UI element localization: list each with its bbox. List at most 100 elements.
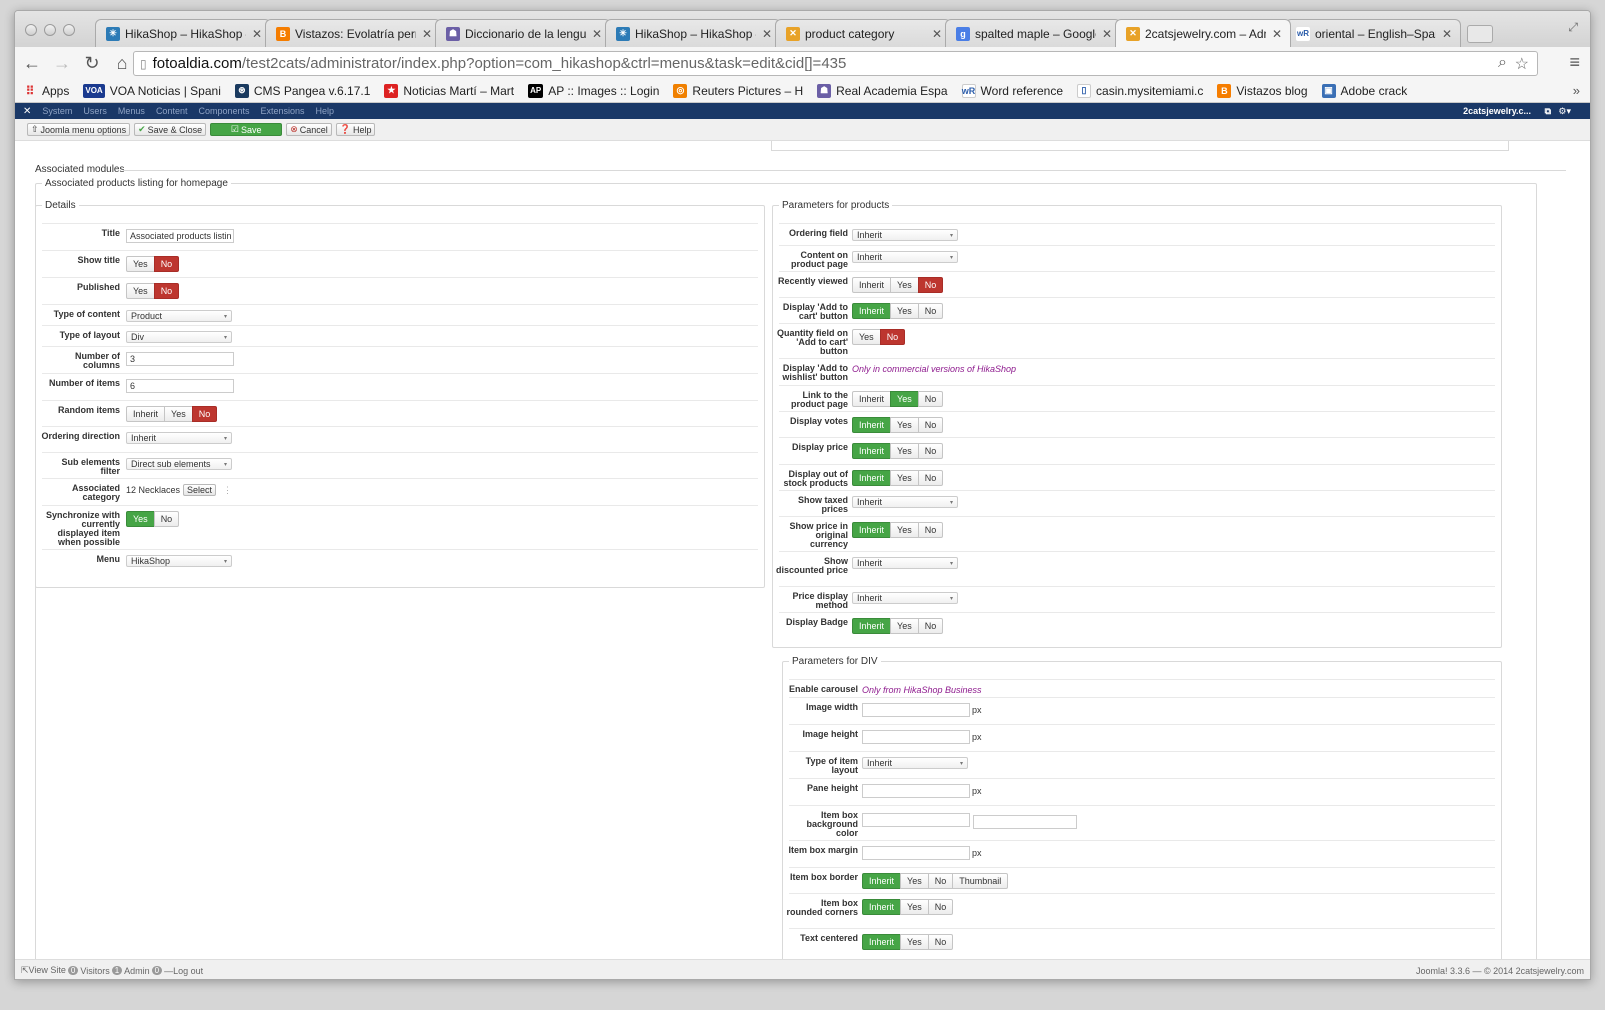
inherit-option-button[interactable]: Inherit bbox=[852, 417, 892, 433]
hamburger-menu-icon[interactable]: ≡ bbox=[1569, 52, 1580, 73]
yes-option-button[interactable]: Yes bbox=[890, 522, 919, 538]
yes-option-button[interactable]: Yes bbox=[890, 391, 919, 407]
home-icon[interactable]: ⌂ bbox=[109, 53, 135, 74]
content-on-page-select[interactable]: Inherit ▾ bbox=[852, 251, 958, 263]
yes-option-button[interactable]: Yes bbox=[890, 303, 919, 319]
logout-link[interactable]: —Log out bbox=[164, 966, 203, 976]
yes-option-button[interactable]: Yes bbox=[890, 443, 919, 459]
yes-option-button[interactable]: Yes bbox=[900, 934, 929, 950]
menu-options-button[interactable]: ⇧ Joomla menu options bbox=[27, 123, 131, 136]
type-layout-select[interactable]: Div ▾ bbox=[126, 331, 232, 343]
admin-menu-help[interactable]: Help bbox=[316, 106, 335, 116]
show-taxed-select[interactable]: Inherit ▾ bbox=[852, 496, 958, 508]
bookmark-item[interactable]: wR Word reference bbox=[961, 83, 1063, 98]
show-discounted-select[interactable]: Inherit ▾ bbox=[852, 557, 958, 569]
admin-menu-content[interactable]: Content bbox=[156, 106, 188, 116]
bookmark-star-icon[interactable]: ☆ bbox=[1515, 54, 1529, 74]
more-bookmarks-icon[interactable]: » bbox=[1573, 83, 1580, 98]
inherit-option-button[interactable]: Inherit bbox=[852, 522, 892, 538]
pane-height-input[interactable] bbox=[862, 784, 970, 798]
no-option-button[interactable]: No bbox=[917, 470, 944, 486]
admin-menu-menus[interactable]: Menus bbox=[118, 106, 145, 116]
title-input[interactable]: Associated products listin bbox=[126, 229, 234, 243]
inherit-option-button[interactable]: Inherit bbox=[852, 303, 892, 319]
no-option-button[interactable]: No bbox=[153, 256, 180, 272]
close-tab-icon[interactable]: ✕ bbox=[932, 27, 942, 41]
browser-tab[interactable]: ✳ HikaShop – HikaShop – ✕ bbox=[605, 19, 781, 47]
bookmark-item[interactable]: AP AP :: Images :: Login bbox=[528, 83, 659, 98]
image-height-input[interactable] bbox=[862, 730, 970, 744]
close-tab-icon[interactable]: ✕ bbox=[592, 27, 602, 41]
browser-tab[interactable]: wR oriental – English–Span ✕ bbox=[1285, 19, 1461, 47]
yes-option-button[interactable]: Yes bbox=[890, 417, 919, 433]
save-button[interactable]: ☑ Save bbox=[210, 123, 283, 136]
inherit-option-button[interactable]: Inherit bbox=[852, 443, 892, 459]
close-tab-icon[interactable]: ✕ bbox=[1102, 27, 1112, 41]
bookmark-item[interactable]: ⠿ Apps bbox=[23, 84, 70, 98]
columns-input[interactable]: 3 bbox=[126, 352, 234, 366]
back-icon[interactable]: ← bbox=[19, 53, 45, 74]
bookmark-item[interactable]: B Vistazos blog bbox=[1217, 83, 1308, 98]
bookmark-item[interactable]: ☗ Real Academia Espa bbox=[817, 83, 948, 98]
cancel-button[interactable]: ⊗ Cancel bbox=[286, 123, 332, 136]
close-tab-icon[interactable]: ✕ bbox=[422, 27, 432, 41]
admin-menu-components[interactable]: Components bbox=[198, 106, 249, 116]
close-tab-icon[interactable]: ✕ bbox=[1272, 27, 1282, 41]
image-width-input[interactable] bbox=[862, 703, 970, 717]
no-option-button[interactable]: No bbox=[153, 511, 180, 527]
ordering-field-select[interactable]: Inherit ▾ bbox=[852, 229, 958, 241]
no-option-button[interactable]: No bbox=[917, 391, 944, 407]
box-margin-input[interactable] bbox=[862, 846, 970, 860]
yes-option-button[interactable]: Yes bbox=[126, 511, 155, 527]
address-bar[interactable]: ▯ fotoaldia.com /test2cats/administrator… bbox=[133, 51, 1538, 76]
yes-option-button[interactable]: Yes bbox=[164, 406, 193, 422]
inherit-option-button[interactable]: Inherit bbox=[852, 470, 892, 486]
no-option-button[interactable]: No bbox=[927, 934, 954, 950]
no-option-button[interactable]: No bbox=[879, 329, 906, 345]
yes-option-button[interactable]: Yes bbox=[890, 277, 919, 293]
no-option-button[interactable]: No bbox=[927, 899, 954, 915]
reload-icon[interactable]: ↻ bbox=[79, 53, 105, 74]
no-option-button[interactable]: No bbox=[927, 873, 954, 889]
inherit-option-button[interactable]: Inherit bbox=[862, 934, 902, 950]
yes-option-button[interactable]: Yes bbox=[900, 873, 929, 889]
zoom-window-button[interactable] bbox=[63, 24, 75, 36]
no-option-button[interactable]: No bbox=[917, 417, 944, 433]
site-name-link[interactable]: 2catsjewelry.c... ⧉ bbox=[1463, 106, 1551, 117]
yes-option-button[interactable]: Yes bbox=[126, 283, 155, 299]
close-tab-icon[interactable]: ✕ bbox=[762, 27, 772, 41]
bg-color-picker[interactable] bbox=[973, 815, 1077, 829]
thumbnail-option-button[interactable]: Thumbnail bbox=[952, 873, 1009, 889]
yes-option-button[interactable]: Yes bbox=[126, 256, 155, 272]
items-input[interactable]: 6 bbox=[126, 379, 234, 393]
inherit-option-button[interactable]: Inherit bbox=[852, 391, 892, 407]
bookmark-item[interactable]: ⊛ CMS Pangea v.6.17.1 bbox=[234, 83, 370, 98]
no-option-button[interactable]: No bbox=[917, 303, 944, 319]
joomla-logo-icon[interactable]: ✕ bbox=[23, 106, 31, 117]
no-option-button[interactable]: No bbox=[917, 522, 944, 538]
help-button[interactable]: ❓ Help bbox=[335, 123, 376, 136]
search-icon[interactable]: ⌕ bbox=[1498, 54, 1507, 72]
view-site-link[interactable]: ⇱View Site bbox=[21, 965, 66, 976]
menu-select[interactable]: HikaShop ▾ bbox=[126, 555, 232, 567]
no-option-button[interactable]: No bbox=[917, 443, 944, 459]
bookmark-item[interactable]: ★ Noticias Martí – Mart bbox=[384, 83, 514, 98]
browser-tab[interactable]: ✕ 2catsjewelry.com – Adm ✕ bbox=[1115, 19, 1291, 47]
no-option-button[interactable]: No bbox=[153, 283, 180, 299]
type-content-select[interactable]: Product ▾ bbox=[126, 310, 232, 322]
browser-tab[interactable]: B Vistazos: Evolatría perm ✕ bbox=[265, 19, 441, 47]
bookmark-item[interactable]: ▯ casin.mysitemiami.c bbox=[1077, 83, 1203, 98]
bg-color-input[interactable] bbox=[862, 813, 970, 827]
yes-option-button[interactable]: Yes bbox=[852, 329, 881, 345]
visitors-link[interactable]: Visitors bbox=[80, 966, 109, 976]
clear-category-icon[interactable]: ⋮ bbox=[223, 485, 232, 496]
inherit-option-button[interactable]: Inherit bbox=[852, 618, 892, 634]
yes-option-button[interactable]: Yes bbox=[890, 470, 919, 486]
close-tab-icon[interactable]: ✕ bbox=[252, 27, 262, 41]
inherit-option-button[interactable]: Inherit bbox=[862, 873, 902, 889]
minimize-window-button[interactable] bbox=[44, 24, 56, 36]
select-category-button[interactable]: Select bbox=[183, 484, 217, 496]
admin-menu-system[interactable]: System bbox=[42, 106, 72, 116]
bookmark-item[interactable]: ◎ Reuters Pictures – H bbox=[673, 83, 803, 98]
bookmark-item[interactable]: ▣ Adobe crack bbox=[1321, 83, 1407, 98]
